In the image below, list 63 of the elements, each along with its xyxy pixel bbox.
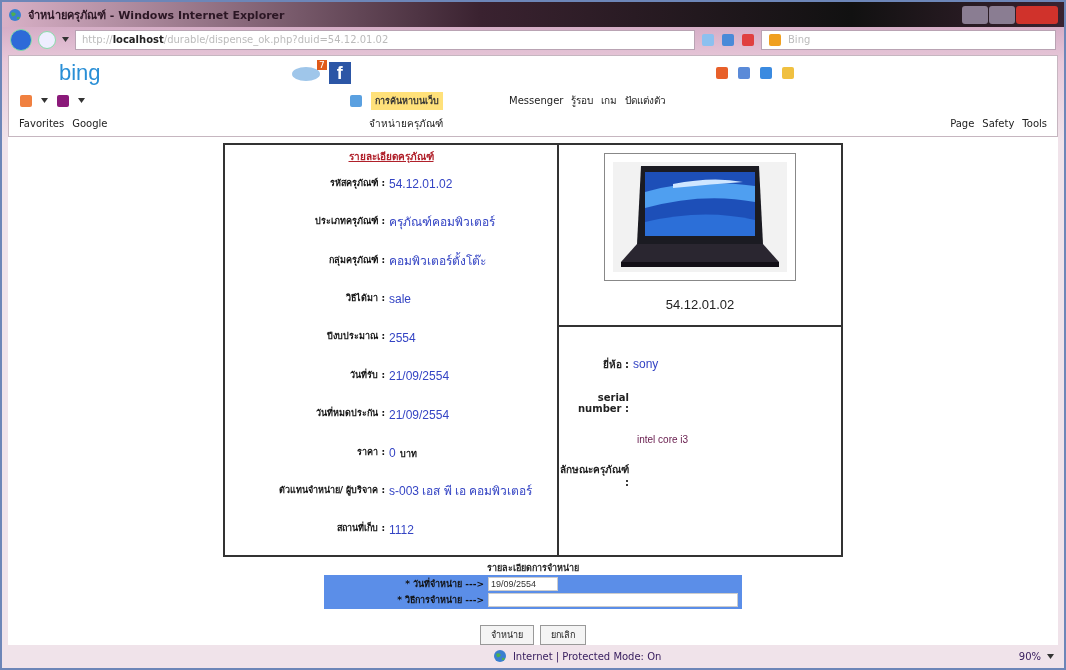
field-value: ครุภัณฑ์คอมพิวเตอร์: [389, 215, 495, 230]
field-label: ยี่ห้อ :: [601, 356, 629, 372]
toolbar-link[interactable]: ปัดแต่งตัว: [625, 93, 667, 109]
toolbar-link[interactable]: เกม: [601, 93, 618, 109]
back-button[interactable]: [10, 28, 32, 51]
field-value: 21/09/2554: [389, 407, 450, 422]
browser-tab[interactable]: จำหน่ายครุภัณฑ์: [369, 116, 443, 132]
caret-icon[interactable]: [41, 98, 48, 104]
zoom-level[interactable]: 90%: [1018, 650, 1041, 662]
field-value: 0: [389, 446, 396, 461]
field-label: ประเภทครุภัณฑ์ :: [314, 214, 385, 229]
window-title: จำหน่ายครุภัณฑ์ - Windows Internet Explorer: [28, 7, 285, 24]
field-label: ตัวแทนจำหน่าย/ ผู้บริจาค :: [277, 483, 385, 497]
facebook-icon[interactable]: f: [328, 61, 351, 84]
text-field[interactable]: [488, 592, 738, 607]
field-label: ราคา :: [356, 445, 385, 459]
close-button[interactable]: [1016, 5, 1058, 24]
globe-icon: [8, 7, 22, 22]
section-heading: รายละเอียดครุภัณฑ์: [348, 149, 434, 164]
field-label: วันที่รับ :: [349, 367, 385, 382]
bing-logo[interactable]: bing: [59, 61, 101, 84]
google-link[interactable]: Google: [72, 118, 108, 130]
submit-button[interactable]: จำหน่าย: [480, 624, 534, 645]
toolbar-link[interactable]: Messenger: [509, 95, 564, 107]
image-caption: 54.12.01.02: [665, 296, 735, 312]
command-menu[interactable]: Tools: [1022, 118, 1047, 130]
minimize-button[interactable]: [962, 5, 988, 24]
address-field[interactable]: http://localhost/durable/dispense_ok.php?duid=54.12.01.02: [75, 29, 695, 50]
field-label: serial number :: [577, 391, 629, 414]
field-label: ปีงบประมาณ :: [326, 330, 385, 344]
field-value: 1112: [389, 522, 414, 537]
field-value: s-003 เอส พี เอ คอมพิวเตอร์: [389, 483, 533, 498]
form-label: * วิธีการจำหน่าย --->: [396, 593, 485, 607]
field-value: sale: [389, 292, 411, 307]
field-value: 2554: [389, 330, 416, 345]
field-label: วิธีได้มา :: [345, 292, 385, 305]
field-label: ลักษณะครุภัณฑ์ :: [559, 462, 629, 488]
field-value: 21/09/2554: [389, 369, 450, 384]
field-label: วันที่หมดประกัน :: [315, 406, 385, 421]
field-label: กลุ่มครุภัณฑ์ :: [328, 253, 385, 267]
field-label: สถานที่เก็บ :: [336, 521, 385, 536]
form-label: * วันที่จำหน่าย --->: [404, 576, 485, 591]
caret-icon[interactable]: [1047, 653, 1054, 659]
globe-icon: [492, 649, 507, 664]
caret-icon[interactable]: [62, 37, 69, 43]
toolbar-link[interactable]: รู้รอบ: [571, 93, 594, 109]
status-text: Internet | Protected Mode: On: [512, 650, 662, 662]
description-area[interactable]: intel core i3: [633, 433, 831, 494]
field-label: รหัสครุภัณฑ์ :: [329, 176, 385, 190]
field-value: sony: [633, 357, 660, 372]
maximize-button[interactable]: [989, 5, 1015, 24]
field-value: คอมพิวเตอร์ตั้งโต๊ะ: [389, 253, 486, 268]
count-badge: 7: [317, 59, 327, 70]
form-heading: รายละเอียดการจำหน่าย: [487, 561, 579, 575]
caret-icon[interactable]: [78, 98, 85, 104]
favorites-button[interactable]: Favorites: [19, 118, 65, 130]
date-field[interactable]: 19/09/2554: [488, 576, 558, 591]
search-label[interactable]: การค้นหาบนเว็บ: [371, 91, 444, 110]
command-menu[interactable]: Page: [950, 118, 975, 130]
cancel-button[interactable]: ยกเลิก: [540, 624, 586, 645]
field-value: 54.12.01.02: [389, 177, 453, 192]
command-menu[interactable]: Safety: [982, 118, 1015, 130]
unit-label: บาท: [399, 449, 417, 460]
